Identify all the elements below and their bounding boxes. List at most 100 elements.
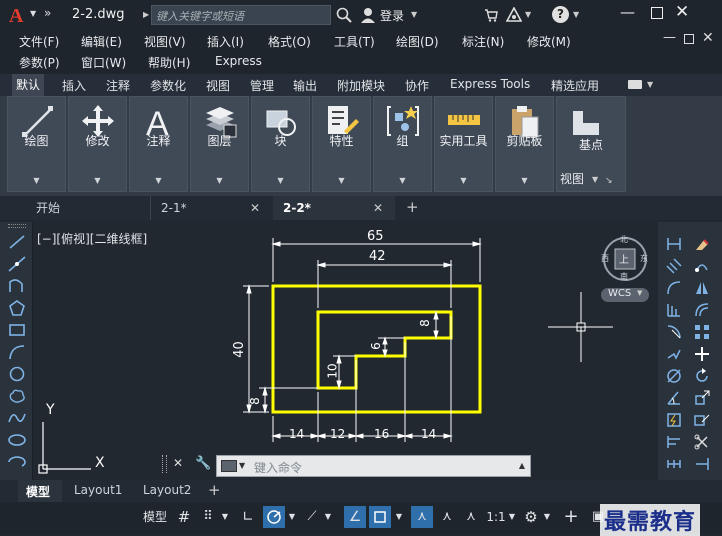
tab-express-tools[interactable]: Express Tools	[450, 77, 530, 91]
login-arrow-icon[interactable]: ▼	[411, 10, 417, 19]
viewcube-east[interactable]: 东	[640, 253, 648, 264]
panel-utilities-expand-icon[interactable]: ▼	[435, 176, 492, 185]
dim-angular-icon[interactable]	[666, 390, 682, 406]
ortho-icon[interactable]: ∟	[239, 506, 257, 528]
rotate-icon[interactable]	[694, 368, 710, 384]
panel-block-expand-icon[interactable]: ▼	[252, 176, 309, 185]
snap-arrow-icon[interactable]: ▼	[220, 506, 230, 528]
doc-tab-2-1-close-icon[interactable]: ✕	[250, 196, 260, 220]
tab-annotate[interactable]: 注释	[106, 77, 130, 94]
tab-manage[interactable]: 管理	[250, 77, 274, 94]
scale-readout[interactable]: 1:1	[485, 506, 507, 528]
isodraft-icon[interactable]: ⟋	[303, 506, 321, 528]
ribbon-toggle-arrow-icon[interactable]: ▼	[647, 80, 653, 89]
menu-express[interactable]: Express	[215, 54, 262, 68]
command-line[interactable]: ▼ 键入命令 ▲	[216, 455, 531, 477]
view-panel-label[interactable]: 视图	[560, 170, 584, 187]
search-icon[interactable]	[336, 7, 352, 23]
restore-button[interactable]	[651, 7, 663, 19]
layout-tab-model[interactable]: 模型	[18, 480, 62, 502]
help-icon[interactable]: ?	[552, 6, 569, 23]
annotation-scale-icon[interactable]: ⋏	[461, 506, 481, 528]
menu-format[interactable]: 格式(O)	[268, 33, 311, 50]
menu-draw[interactable]: 绘图(D)	[396, 33, 439, 50]
panel-groups-expand-icon[interactable]: ▼	[374, 176, 431, 185]
panel-annotation-expand-icon[interactable]: ▼	[130, 176, 187, 185]
osnap-arrow-icon[interactable]: ▼	[394, 506, 404, 528]
panel-modify[interactable]: 修改 ▼	[68, 96, 127, 192]
dim-aligned-icon[interactable]	[666, 258, 682, 274]
ellipse-tool-icon[interactable]	[8, 432, 26, 448]
dim-ordinate-icon[interactable]	[666, 302, 682, 318]
new-tab-icon[interactable]: +	[406, 198, 419, 216]
close-button[interactable]: ✕	[675, 2, 689, 22]
add-layout-icon[interactable]: +	[208, 481, 221, 499]
command-prompt-arrow-icon[interactable]: ▼	[239, 461, 245, 470]
circle-tool-icon[interactable]	[8, 366, 26, 382]
panel-modify-expand-icon[interactable]: ▼	[69, 176, 126, 185]
menu-dimension[interactable]: 标注(N)	[462, 33, 504, 50]
dim-linear-icon[interactable]	[666, 236, 682, 252]
extend-icon[interactable]	[694, 456, 710, 472]
dim-jogged-icon[interactable]	[666, 346, 682, 362]
doc-tab-2-1[interactable]: 2-1* ✕	[150, 196, 272, 220]
dim-continue-icon[interactable]	[666, 456, 682, 472]
login-button[interactable]: 登录	[380, 7, 404, 24]
minimize-button[interactable]: —	[620, 3, 635, 21]
status-model-button[interactable]: 模型	[139, 506, 171, 528]
panel-layers-expand-icon[interactable]: ▼	[191, 176, 248, 185]
tab-collaborate[interactable]: 协作	[405, 77, 429, 94]
menu-window[interactable]: 窗口(W)	[81, 54, 126, 71]
doc-close-button[interactable]: ✕	[702, 30, 714, 46]
scale-icon[interactable]	[694, 390, 710, 406]
viewcube-top-face[interactable]: 上	[619, 251, 629, 266]
menu-edit[interactable]: 编辑(E)	[81, 33, 122, 50]
scale-arrow-icon[interactable]: ▼	[507, 506, 517, 528]
trim-icon[interactable]	[694, 434, 710, 450]
tab-output[interactable]: 输出	[293, 77, 317, 94]
command-close-icon[interactable]: ✕	[173, 456, 183, 470]
mirror-icon[interactable]	[694, 280, 710, 296]
panel-groups[interactable]: 组 ▼	[373, 96, 432, 192]
rectangle-tool-icon[interactable]	[8, 322, 26, 338]
tab-featured-apps[interactable]: 精选应用	[551, 77, 599, 94]
tab-default[interactable]: 默认	[12, 74, 45, 96]
workspace-arrow-icon[interactable]: ▼	[542, 506, 552, 528]
ellipse-arc-tool-icon[interactable]	[8, 454, 26, 470]
polygon-tool-icon[interactable]	[8, 300, 26, 316]
polar-icon[interactable]	[263, 506, 285, 528]
panel-clipboard[interactable]: 剪贴板 ▼	[495, 96, 554, 192]
auto-scale-icon[interactable]: ⋏	[437, 506, 457, 528]
a360-icon[interactable]	[505, 6, 523, 23]
dim-arc-icon[interactable]	[666, 280, 682, 296]
copy-icon[interactable]	[694, 258, 710, 274]
add-icon[interactable]: +	[562, 506, 580, 528]
array-icon[interactable]	[694, 324, 710, 340]
menu-help[interactable]: 帮助(H)	[148, 54, 190, 71]
panel-properties-expand-icon[interactable]: ▼	[313, 176, 370, 185]
workspace-gear-icon[interactable]: ⚙	[522, 506, 540, 528]
menu-tools[interactable]: 工具(T)	[334, 33, 375, 50]
panel-draw[interactable]: 绘图 ▼	[7, 96, 66, 192]
layout-tab-layout1[interactable]: Layout1	[66, 483, 122, 497]
user-icon[interactable]	[360, 7, 376, 23]
view-panel-launcher-icon[interactable]: ↘	[605, 176, 613, 186]
dim-radius-icon[interactable]	[666, 324, 682, 340]
dim-diameter-icon[interactable]	[666, 368, 682, 384]
stretch-icon[interactable]	[694, 412, 710, 428]
osnap-icon[interactable]	[369, 506, 391, 528]
command-prompt-icon[interactable]	[221, 460, 237, 472]
layout-tab-layout2[interactable]: Layout2	[136, 483, 191, 497]
dim-baseline-icon[interactable]	[666, 434, 682, 450]
command-history-arrow-icon[interactable]: ▲	[519, 461, 525, 470]
doc-minimize-button[interactable]: —	[663, 30, 676, 45]
polyline-tool-icon[interactable]	[8, 278, 26, 294]
doc-tab-2-2-close-icon[interactable]: ✕	[373, 196, 383, 220]
panel-clipboard-expand-icon[interactable]: ▼	[496, 176, 553, 185]
otrack-icon[interactable]: ∠	[344, 506, 366, 528]
viewcube-south[interactable]: 南	[620, 271, 628, 282]
panel-annotation[interactable]: A 注释 ▼	[129, 96, 188, 192]
doc-tab-start[interactable]: 开始	[26, 196, 150, 220]
quick-access-more-icon[interactable]: »	[44, 6, 51, 20]
polar-arrow-icon[interactable]: ▼	[287, 506, 297, 528]
